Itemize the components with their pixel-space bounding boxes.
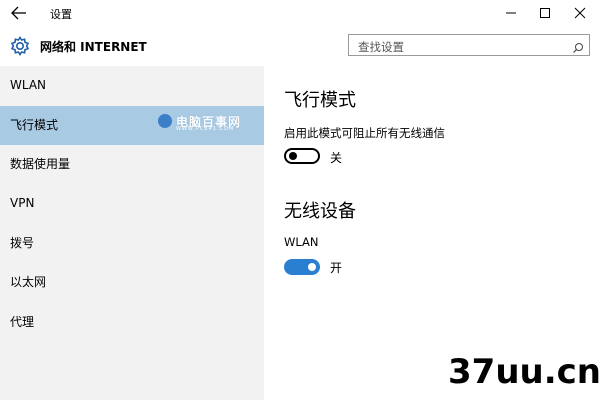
sidebar-item-wlan[interactable]: WLAN — [0, 66, 264, 105]
maximize-icon — [540, 8, 550, 18]
settings-window: 设置 网络和 INTERNET 查找设置 WLAN 飞行模式 数据使用量 VPN… — [0, 0, 600, 400]
sidebar-item-data-usage[interactable]: 数据使用量 — [0, 145, 264, 184]
wireless-device-label: WLAN — [284, 235, 319, 249]
sidebar-item-vpn[interactable]: VPN — [0, 184, 264, 223]
search-icon[interactable] — [572, 39, 584, 53]
search-placeholder: 查找设置 — [358, 40, 404, 54]
sidebar-item-label: 飞行模式 — [10, 118, 59, 132]
gear-icon — [9, 35, 31, 57]
window-title: 设置 — [50, 8, 72, 21]
sidebar-item-ethernet[interactable]: 以太网 — [0, 263, 264, 302]
sidebar-item-label: 数据使用量 — [10, 157, 71, 171]
back-arrow-icon[interactable] — [8, 3, 30, 23]
sidebar: WLAN 飞行模式 数据使用量 VPN 拨号 以太网 代理 电脑百事网 WWW.… — [0, 66, 264, 400]
watermark-logo: 电脑百事网 WWW.PC841.COM — [158, 112, 258, 132]
page-title: 网络和 INTERNET — [40, 40, 147, 54]
wireless-devices-heading: 无线设备 — [284, 201, 356, 222]
sidebar-item-label: 代理 — [10, 315, 35, 329]
airplane-mode-toggle-label: 关 — [330, 151, 343, 165]
sidebar-item-label: VPN — [10, 196, 35, 210]
site-watermark: 37uu.cn — [448, 352, 600, 392]
sidebar-item-dialup[interactable]: 拨号 — [0, 224, 264, 263]
wlan-device-toggle-label: 开 — [330, 261, 343, 275]
title-bar: 设置 — [0, 0, 600, 26]
maximize-button[interactable] — [530, 0, 560, 26]
airplane-mode-description: 启用此模式可阻止所有无线通信 — [284, 126, 445, 140]
airplane-mode-toggle[interactable] — [284, 148, 320, 164]
sidebar-item-label: WLAN — [10, 78, 47, 92]
toggle-knob — [308, 263, 316, 271]
watermark-circle-icon — [158, 114, 172, 128]
settings-header: 网络和 INTERNET 查找设置 — [0, 26, 600, 66]
content-pane: 飞行模式 启用此模式可阻止所有无线通信 关 无线设备 WLAN 开 — [264, 66, 600, 400]
close-button[interactable] — [565, 0, 595, 26]
sidebar-item-proxy[interactable]: 代理 — [0, 303, 264, 342]
close-icon — [574, 7, 586, 19]
sidebar-item-label: 拨号 — [10, 236, 35, 250]
watermark-subtitle: WWW.PC841.COM — [176, 126, 235, 132]
search-input[interactable]: 查找设置 — [348, 34, 590, 56]
toggle-knob — [289, 152, 297, 160]
sidebar-item-label: 以太网 — [10, 275, 47, 289]
airplane-mode-heading: 飞行模式 — [284, 90, 356, 111]
minimize-button[interactable] — [496, 0, 526, 26]
minimize-icon — [506, 12, 516, 14]
wlan-device-toggle[interactable] — [284, 259, 320, 275]
